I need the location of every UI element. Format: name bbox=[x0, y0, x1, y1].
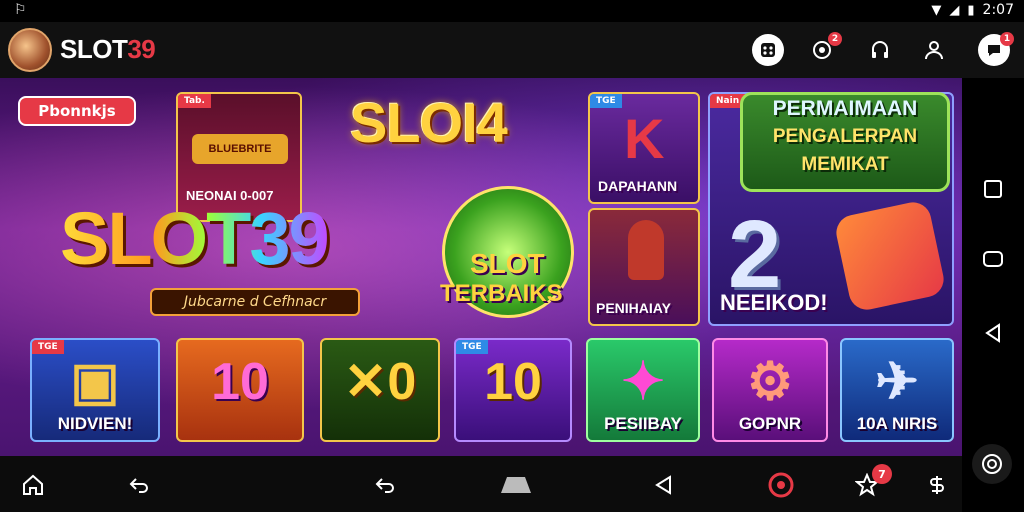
signal-icon: ◢ bbox=[949, 2, 960, 18]
tile-art-icon: 10 bbox=[211, 353, 269, 411]
card-label: DAPAHANN bbox=[598, 178, 678, 194]
card-ribbon: Tab. bbox=[178, 94, 211, 108]
cat-line1: SLOT bbox=[470, 248, 545, 279]
game-tile[interactable]: 10 bbox=[176, 338, 304, 442]
brand-avatar[interactable] bbox=[8, 28, 52, 72]
red-k-icon: K bbox=[624, 107, 665, 170]
tile-ribbon: TGE bbox=[32, 340, 64, 354]
tile-ribbon: TGE bbox=[456, 340, 488, 354]
app-logo-icon[interactable] bbox=[766, 470, 796, 500]
profile-icon[interactable] bbox=[918, 34, 950, 66]
games-icon[interactable] bbox=[752, 34, 784, 66]
character-icon bbox=[628, 220, 664, 280]
hero-title: SLOT39 bbox=[60, 197, 330, 280]
green-headline: PERMAIMAAN PENGALERPAN MEMIKAT bbox=[740, 92, 950, 192]
headline-line2: PENGALERPAN bbox=[772, 126, 918, 147]
game-tile[interactable]: ⚙ GOPNR bbox=[712, 338, 828, 442]
tile-art-icon: ✦ bbox=[621, 353, 665, 411]
triangle-back-icon[interactable] bbox=[648, 470, 678, 500]
tile-art-icon: ▣ bbox=[70, 353, 120, 411]
card-sign: BLUEBRITE bbox=[192, 134, 288, 164]
game-tile[interactable]: ✈ 10A NIRIS bbox=[840, 338, 954, 442]
brand-prefix: SLOT bbox=[60, 34, 128, 64]
brand-logo[interactable]: SLOT39 bbox=[60, 34, 156, 65]
tile-label: PESIIBAY bbox=[604, 414, 682, 433]
alert-icon: ⚐ bbox=[14, 2, 27, 18]
chat-badge: 1 bbox=[1000, 32, 1014, 46]
recents-icon[interactable] bbox=[978, 174, 1008, 204]
back-triangle-icon[interactable] bbox=[978, 318, 1008, 348]
brand-number: 39 bbox=[127, 34, 156, 64]
system-nav-right bbox=[962, 78, 1024, 512]
undo-icon[interactable] bbox=[370, 470, 400, 500]
tile-art-icon: ✕0 bbox=[343, 353, 417, 411]
status-right: ▼ ◢ ▮ 2:07 bbox=[931, 2, 1014, 18]
home-icon[interactable] bbox=[18, 470, 48, 500]
cat-line2: TERBAIKS bbox=[440, 280, 563, 307]
top-title: SLOI4 bbox=[350, 91, 508, 154]
rewards-badge: 7 bbox=[872, 464, 892, 484]
back-icon[interactable] bbox=[124, 470, 154, 500]
tile-label: GOPNR bbox=[738, 414, 802, 433]
promo-card-peninay[interactable]: PENIHAIAY bbox=[588, 208, 700, 326]
status-bar: ⚐ ▼ ◢ ▮ 2:07 bbox=[0, 0, 1024, 22]
game-tile[interactable]: ✦ PESIIBAY bbox=[586, 338, 700, 442]
bonus-badge: 2 bbox=[828, 32, 842, 46]
headline-line3: MEMIKAT bbox=[801, 154, 889, 175]
rewards-icon[interactable]: 7 bbox=[852, 464, 892, 500]
card-ribbon: TGE bbox=[590, 94, 622, 108]
hero-subtitle: Jubcarne d Cefhnacr bbox=[150, 288, 360, 316]
headline-line1: PERMAIMAAN bbox=[772, 97, 918, 120]
wifi-icon: ▼ bbox=[931, 2, 942, 18]
game-tile[interactable]: ✕0 bbox=[320, 338, 440, 442]
currency-icon[interactable] bbox=[922, 470, 952, 500]
game-tile[interactable]: TGE 10 bbox=[454, 338, 572, 442]
tile-art-icon: ✈ bbox=[875, 353, 919, 411]
app-root: ⚐ ▼ ◢ ▮ 2:07 SLOT39 2 1 Pbonnkjs Tab. BL… bbox=[0, 0, 1024, 512]
chat-icon[interactable]: 1 bbox=[978, 32, 1014, 66]
screenshot-icon[interactable] bbox=[978, 244, 1008, 274]
bottom-nav: 7 bbox=[0, 456, 962, 512]
neeikod-label: NEEIKOD! bbox=[720, 290, 828, 315]
game-tile[interactable]: TGE ▣ NIDVIEN! bbox=[30, 338, 160, 442]
promo-card-dapahann[interactable]: TGE K DAPAHANN bbox=[588, 92, 700, 204]
app-header: SLOT39 2 1 bbox=[0, 22, 1024, 78]
dice-icon bbox=[833, 199, 947, 313]
promo-banner[interactable]: Pbonnkjs Tab. BLUEBRITE NEONAI 0-007 SLO… bbox=[0, 78, 962, 456]
promo-tag[interactable]: Pbonnkjs bbox=[18, 96, 136, 126]
battery-icon: ▮ bbox=[967, 2, 975, 18]
tile-label: 10A NIRIS bbox=[856, 414, 938, 433]
support-icon[interactable] bbox=[864, 34, 896, 66]
tile-art-icon: ⚙ bbox=[746, 353, 794, 411]
tile-label: NIDVIEN! bbox=[57, 414, 133, 433]
status-time: 2:07 bbox=[982, 2, 1014, 18]
assistant-icon[interactable] bbox=[972, 444, 1012, 484]
tile-art-icon: 10 bbox=[484, 353, 542, 411]
card-label: PENIHAIAY bbox=[596, 300, 671, 316]
keyboard-icon[interactable] bbox=[496, 470, 536, 500]
bonus-icon[interactable]: 2 bbox=[806, 32, 842, 66]
